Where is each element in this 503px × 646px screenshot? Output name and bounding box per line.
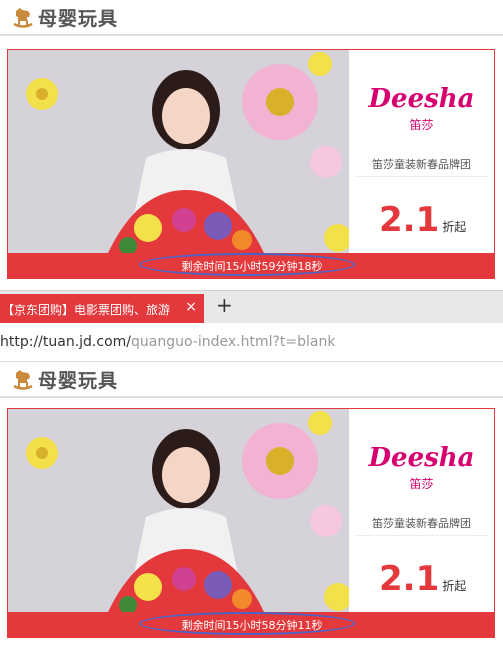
discount-unit: 折起	[442, 220, 467, 234]
new-tab-button[interactable]: +	[216, 293, 233, 317]
browser-tab-bar: 【京东团购】电影票团购、旅游 × +	[0, 290, 503, 323]
top-section: 母婴玩具 Deesha 笛莎 笛莎童装新春品牌团 2.1 折起 剩余时间15小时…	[0, 0, 503, 290]
discount-value: 2.1	[379, 200, 440, 240]
section-header: 母婴玩具	[0, 362, 503, 398]
discount-unit: 折起	[442, 579, 467, 593]
url-field[interactable]: http://tuan.jd.com/quanguo-index.html?t=…	[0, 334, 335, 350]
header-divider	[0, 396, 503, 398]
brand-description: 笛莎童装新春品牌团	[372, 517, 471, 530]
brand-logo: Deesha	[368, 443, 475, 473]
highlight-ellipse	[139, 253, 355, 276]
brand-name-cn: 笛莎	[409, 477, 434, 491]
tab-title: 【京东团购】电影票团购、旅游	[2, 303, 171, 317]
highlight-ellipse	[139, 612, 355, 635]
product-photo[interactable]	[8, 50, 349, 253]
countdown-bar: 剩余时间15小时59分钟18秒	[8, 253, 494, 278]
promo-card[interactable]: Deesha 笛莎 笛莎童装新春品牌团 2.1 折起 剩余时间15小时58分钟11…	[7, 408, 495, 638]
rocking-horse-icon	[13, 370, 33, 390]
discount: 2.1 折起	[379, 559, 466, 599]
close-icon[interactable]: ×	[185, 299, 197, 315]
brand-logo: Deesha	[368, 84, 475, 114]
brand-name-cn: 笛莎	[409, 118, 434, 132]
url-path: quanguo-index.html?t=blank	[131, 334, 336, 350]
promo-card[interactable]: Deesha 笛莎 笛莎童装新春品牌团 2.1 折起 剩余时间15小时59分钟18…	[7, 49, 495, 279]
section-title: 母婴玩具	[38, 370, 119, 392]
brand-panel[interactable]: Deesha 笛莎 笛莎童装新春品牌团 2.1 折起	[349, 50, 494, 253]
address-bar[interactable]: http://tuan.jd.com/quanguo-index.html?t=…	[0, 323, 503, 362]
section-header: 母婴玩具	[0, 0, 503, 36]
header-divider	[0, 34, 503, 36]
brand-description: 笛莎童装新春品牌团	[372, 158, 471, 171]
countdown-bar: 剩余时间15小时58分钟11秒	[8, 612, 494, 637]
discount-value: 2.1	[379, 559, 440, 599]
rocking-horse-icon	[13, 8, 33, 28]
product-photo[interactable]	[8, 409, 349, 612]
brand-divider	[355, 176, 488, 177]
url-host: http://tuan.jd.com/	[0, 334, 131, 350]
brand-panel[interactable]: Deesha 笛莎 笛莎童装新春品牌团 2.1 折起	[349, 409, 494, 612]
section-title: 母婴玩具	[38, 8, 119, 30]
discount: 2.1 折起	[379, 200, 466, 240]
brand-divider	[355, 535, 488, 536]
browser-tab[interactable]: 【京东团购】电影票团购、旅游 ×	[0, 294, 204, 323]
bottom-section: 母婴玩具 Deesha 笛莎 笛莎童装新春品牌团 2.1 折起 剩余时间15小时…	[0, 362, 503, 646]
